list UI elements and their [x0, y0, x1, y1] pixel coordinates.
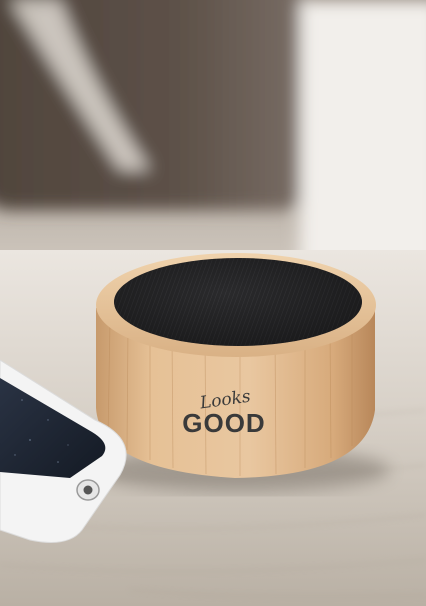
speaker: Looks GOOD	[96, 253, 376, 478]
logo-block: GOOD	[182, 408, 265, 438]
product-photo: Looks GOOD	[0, 0, 426, 606]
